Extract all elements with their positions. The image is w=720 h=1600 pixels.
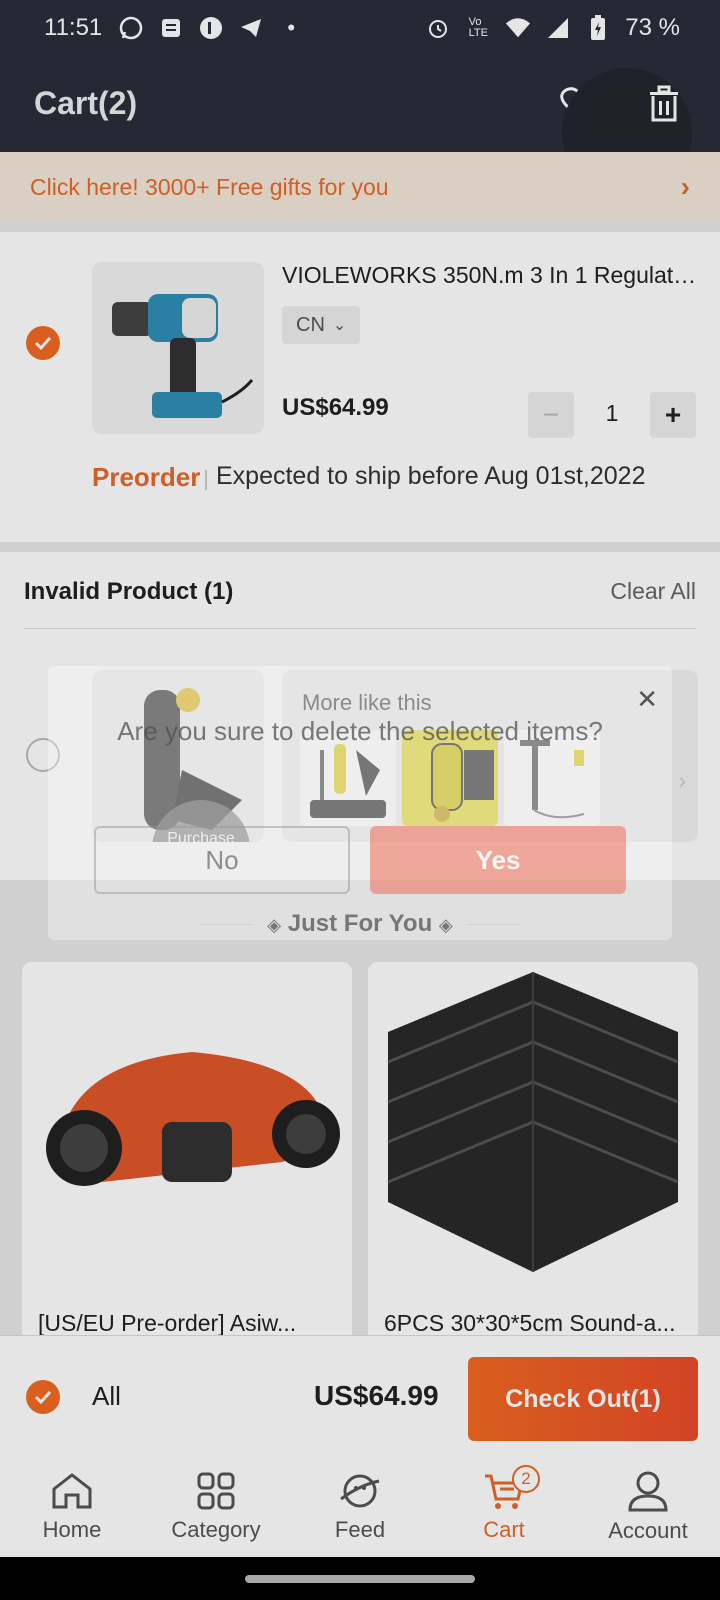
nav-label: Feed <box>334 1517 386 1542</box>
nav-label: Category <box>171 1517 261 1542</box>
dialog-message: Are you sure to delete the selected item… <box>117 716 603 746</box>
nav-label: Account <box>608 1518 688 1543</box>
bottom-nav: Home Category Feed 2 Cart Account <box>0 1457 720 1557</box>
free-gifts-banner[interactable]: Click here! 3000+ Free gifts for you › <box>0 152 720 222</box>
volte-icon: Vo LTE <box>468 15 488 39</box>
cart-item: VIOLEWORKS 350N.m 3 In 1 Regulate... CN … <box>0 232 720 542</box>
product-image-sea-scooter <box>22 962 352 1292</box>
product-image-drill[interactable] <box>92 262 264 434</box>
product-name[interactable]: VIOLEWORKS 350N.m 3 In 1 Regulate... <box>282 262 702 289</box>
battery-charging-icon <box>585 14 611 41</box>
system-navigation-bar <box>0 1557 720 1600</box>
chevron-down-icon: ⌄ <box>332 317 347 334</box>
home-icon <box>52 1473 92 1509</box>
signal-icon <box>545 15 571 41</box>
nav-item-account[interactable]: Account <box>576 1457 720 1557</box>
quantity-increase-button[interactable]: + <box>650 392 696 438</box>
check-icon <box>34 336 52 350</box>
feed-icon <box>340 1474 380 1508</box>
message-icon <box>158 15 184 41</box>
select-all-label[interactable]: All <box>92 1381 121 1412</box>
invalid-section-title: Invalid Product (1) <box>24 578 234 605</box>
alarm-icon <box>425 15 451 41</box>
app-icon <box>198 15 224 41</box>
item-checkbox[interactable] <box>26 326 60 360</box>
variant-value: CN <box>296 313 325 336</box>
recommended-product-card[interactable]: 6PCS 30*30*5cm Sound-a... <box>368 962 698 1342</box>
chevron-right-icon: › <box>680 171 690 202</box>
quantity-decrease-button[interactable]: − <box>528 392 574 438</box>
app-bar: Cart(2) <box>0 55 720 198</box>
nav-item-category[interactable]: Category <box>144 1457 288 1557</box>
notification-icons: • <box>118 15 304 41</box>
system-icons: Vo LTE 73 % <box>425 14 680 42</box>
status-time: 11:51 <box>44 13 103 41</box>
ship-date-text: Expected to ship before Aug 01st,2022 <box>216 462 646 490</box>
nav-label: Cart <box>483 1517 525 1542</box>
battery-percent: 73 % <box>625 13 680 41</box>
check-icon <box>34 1390 52 1404</box>
minus-icon: − <box>542 399 560 430</box>
select-all-checkbox[interactable] <box>26 1380 60 1414</box>
nav-label: Home <box>42 1517 102 1542</box>
clear-all-button[interactable]: Clear All <box>610 578 696 605</box>
plus-icon: + <box>664 399 682 430</box>
nav-item-cart[interactable]: 2 Cart <box>432 1457 576 1557</box>
more-dot-icon: • <box>287 14 296 40</box>
checkout-button[interactable]: Check Out(1) <box>468 1357 698 1441</box>
promo-text: Click here! 3000+ Free gifts for you <box>30 173 389 200</box>
recommended-product-title: [US/EU Pre-order] Asiw... <box>38 1310 297 1336</box>
preorder-label: Preorder <box>92 462 201 492</box>
telegram-icon <box>238 15 264 41</box>
cart-count-badge: 2 <box>512 1465 540 1493</box>
nav-item-feed[interactable]: Feed <box>288 1457 432 1557</box>
divider <box>205 470 207 490</box>
category-icon <box>197 1472 235 1510</box>
delete-confirm-dialog: ✕ Are you sure to delete the selected it… <box>48 666 672 940</box>
status-bar: 11:51 • Vo LTE 73 % <box>0 0 720 55</box>
variant-selector[interactable]: CN ⌄ <box>282 306 361 344</box>
product-image-acoustic-foam <box>368 962 698 1292</box>
delete-button[interactable] <box>562 67 692 198</box>
nav-item-home[interactable]: Home <box>0 1457 144 1557</box>
close-icon[interactable]: ✕ <box>636 684 658 715</box>
total-price: US$64.99 <box>314 1380 439 1411</box>
wifi-icon <box>505 15 531 41</box>
product-price: US$64.99 <box>282 394 389 421</box>
page-title: Cart(2) <box>34 85 138 121</box>
home-gesture-handle[interactable] <box>245 1575 475 1583</box>
quantity-value: 1 <box>605 400 619 426</box>
account-icon <box>628 1471 668 1512</box>
chevron-right-icon[interactable]: › <box>679 768 686 794</box>
recommended-product-title: 6PCS 30*30*5cm Sound-a... <box>384 1310 676 1336</box>
dialog-no-button[interactable]: No <box>94 826 350 894</box>
whatsapp-icon <box>118 15 144 41</box>
divider <box>24 628 696 629</box>
dialog-yes-button[interactable]: Yes <box>370 826 626 894</box>
checkout-bar: All US$64.99 Check Out(1) <box>0 1335 720 1457</box>
recommended-product-card[interactable]: [US/EU Pre-order] Asiw... <box>22 962 352 1342</box>
trash-icon <box>650 85 678 121</box>
